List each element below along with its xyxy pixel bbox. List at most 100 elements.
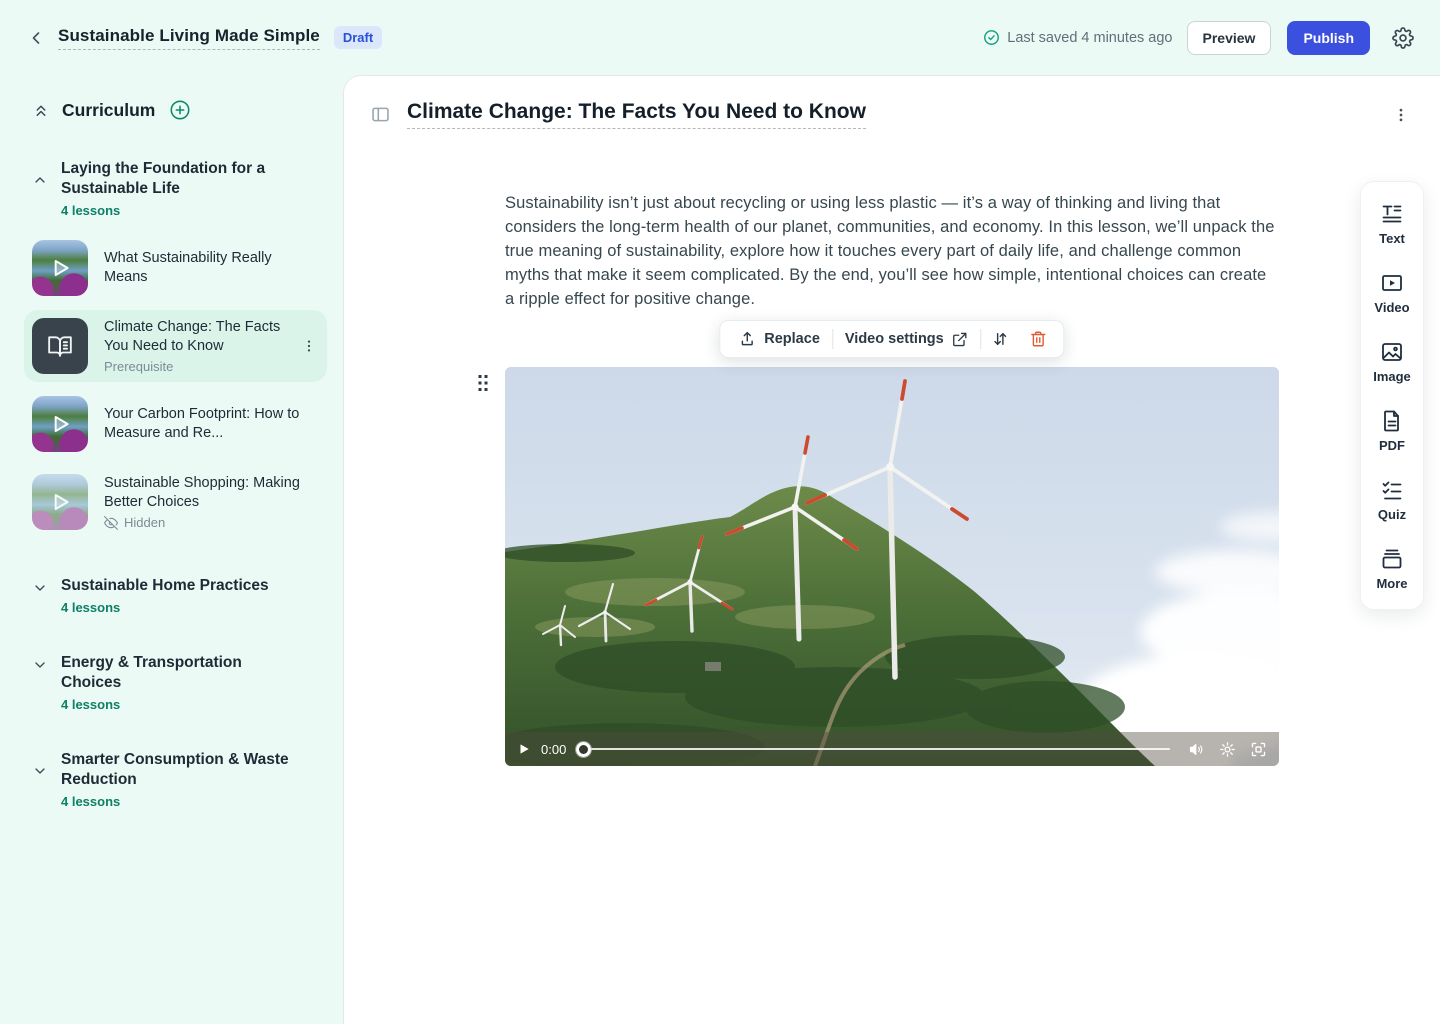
lesson-item[interactable]: Your Carbon Footprint: How to Measure an… (24, 388, 327, 460)
add-text-block[interactable]: Text (1379, 202, 1405, 246)
plus-circle-icon (169, 99, 191, 121)
fullscreen-button[interactable] (1250, 741, 1267, 758)
replace-label: Replace (764, 331, 820, 347)
drag-handle[interactable] (477, 373, 490, 393)
player-settings-button[interactable] (1219, 741, 1236, 758)
lesson-intro-paragraph[interactable]: Sustainability isn’t just about recyclin… (505, 191, 1279, 311)
volume-icon (1188, 741, 1205, 758)
preview-button[interactable]: Preview (1187, 21, 1272, 55)
play-icon (32, 396, 88, 452)
image-icon (1380, 340, 1404, 364)
lesson-hidden-label: Hidden (124, 515, 165, 530)
progress-track[interactable] (591, 748, 1170, 751)
block-label: Quiz (1378, 507, 1406, 522)
section-lesson-count: 4 lessons (61, 794, 291, 809)
back-button[interactable] (22, 24, 50, 52)
block-label: PDF (1379, 438, 1405, 453)
curriculum-section: Laying the Foundation for a Sustainable … (32, 159, 327, 538)
video-progress-bar[interactable] (576, 742, 1178, 757)
block-label: Text (1379, 231, 1405, 246)
lesson-editor-panel: Climate Change: The Facts You Need to Kn… (343, 75, 1440, 1024)
video-settings-button[interactable]: Video settings (833, 331, 981, 348)
add-more-block[interactable]: More (1376, 547, 1407, 591)
volume-button[interactable] (1188, 741, 1205, 758)
lesson-video-thumbnail (32, 474, 88, 530)
lesson-item[interactable]: What Sustainability Really Means (24, 232, 327, 304)
course-title[interactable]: Sustainable Living Made Simple (58, 26, 320, 50)
section-title: Energy & Transportation Choices (61, 653, 291, 693)
section-title: Sustainable Home Practices (61, 576, 269, 596)
play-icon (32, 474, 88, 530)
more-icon (1380, 547, 1404, 571)
delete-block-button[interactable] (1020, 330, 1058, 348)
block-label: More (1376, 576, 1407, 591)
panel-toggle-button[interactable] (370, 104, 391, 125)
lesson-item-selected[interactable]: Climate Change: The Facts You Need to Kn… (24, 310, 327, 382)
add-image-block[interactable]: Image (1373, 340, 1411, 384)
lesson-item-hidden[interactable]: Sustainable Shopping: Making Better Choi… (24, 466, 327, 538)
replace-button[interactable]: Replace (726, 330, 832, 348)
video-player[interactable]: 0:00 (505, 367, 1279, 766)
gear-icon (1392, 27, 1414, 49)
section-header[interactable]: Sustainable Home Practices 4 lessons (32, 576, 327, 615)
video-icon (1380, 271, 1404, 295)
chevron-up-icon[interactable] (32, 172, 48, 218)
kebab-icon (1392, 106, 1410, 124)
book-open-icon (47, 333, 73, 359)
lesson-prerequisite-label: Prerequisite (104, 359, 283, 374)
block-label: Image (1373, 369, 1411, 384)
settings-button[interactable] (1388, 23, 1418, 53)
section-header[interactable]: Smarter Consumption & Waste Reduction 4 … (32, 750, 327, 809)
content-blocks-panel: Text Video Image PDF Quiz More (1360, 181, 1424, 610)
add-section-button[interactable] (169, 99, 191, 121)
play-icon (32, 240, 88, 296)
topbar: Sustainable Living Made Simple Draft Las… (0, 0, 1440, 75)
lesson-title: Climate Change: The Facts You Need to Kn… (104, 318, 283, 356)
add-quiz-block[interactable]: Quiz (1378, 478, 1406, 522)
play-button[interactable] (517, 742, 531, 756)
status-badge: Draft (334, 26, 382, 49)
lesson-title: Sustainable Shopping: Making Better Choi… (104, 474, 319, 512)
text-icon (1380, 202, 1404, 226)
video-block-toolbar: Replace Video settings (719, 320, 1064, 358)
check-circle-icon (983, 29, 1000, 46)
lesson-reading-tile (32, 318, 88, 374)
curriculum-section: Sustainable Home Practices 4 lessons (32, 576, 327, 615)
collapse-all-button[interactable] (32, 101, 50, 119)
lesson-menu-button[interactable] (1388, 102, 1414, 128)
add-video-block[interactable]: Video (1374, 271, 1409, 315)
add-pdf-block[interactable]: PDF (1379, 409, 1405, 453)
chevron-down-icon[interactable] (32, 580, 48, 615)
lesson-video-thumbnail (32, 240, 88, 296)
video-frame-wind-turbines (505, 367, 1279, 766)
video-timestamp: 0:00 (541, 742, 566, 757)
last-saved-text: Last saved 4 minutes ago (1007, 30, 1172, 46)
move-block-button[interactable] (982, 330, 1020, 348)
trash-icon (1030, 330, 1048, 348)
drag-handle-icon (477, 373, 490, 393)
pdf-icon (1380, 409, 1404, 433)
section-title: Smarter Consumption & Waste Reduction (61, 750, 291, 790)
section-header[interactable]: Laying the Foundation for a Sustainable … (32, 159, 327, 218)
external-link-icon (952, 331, 969, 348)
progress-knob[interactable] (576, 742, 591, 757)
block-label: Video (1374, 300, 1409, 315)
section-header[interactable]: Energy & Transportation Choices 4 lesson… (32, 653, 327, 712)
section-title: Laying the Foundation for a Sustainable … (61, 159, 291, 199)
kebab-icon (301, 338, 317, 354)
back-chevron-icon (26, 28, 46, 48)
lesson-video-thumbnail (32, 396, 88, 452)
chevron-down-icon[interactable] (32, 763, 48, 809)
publish-button[interactable]: Publish (1287, 21, 1370, 55)
lesson-menu-button[interactable] (299, 336, 319, 356)
section-lesson-count: 4 lessons (61, 600, 269, 615)
lesson-page-title[interactable]: Climate Change: The Facts You Need to Kn… (407, 100, 866, 129)
section-lesson-count: 4 lessons (61, 203, 291, 218)
lesson-title: What Sustainability Really Means (104, 249, 319, 287)
collapse-all-icon (32, 101, 50, 119)
chevron-down-icon[interactable] (32, 657, 48, 712)
sort-arrows-icon (992, 330, 1010, 348)
curriculum-title: Curriculum (62, 100, 155, 121)
upload-icon (738, 330, 756, 348)
lesson-title: Your Carbon Footprint: How to Measure an… (104, 405, 319, 443)
